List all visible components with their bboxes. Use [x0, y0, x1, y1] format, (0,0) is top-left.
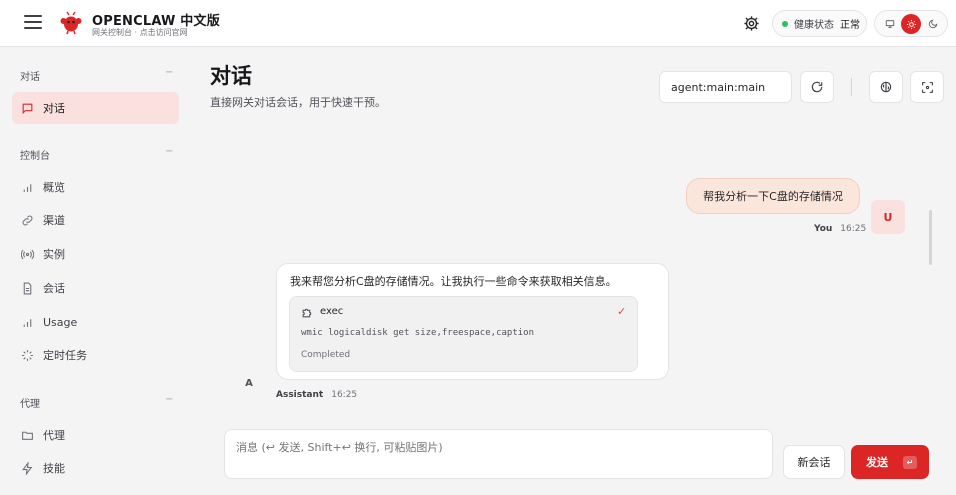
lobster-logo-icon[interactable]	[59, 11, 83, 35]
bar-chart-icon	[21, 181, 34, 194]
file-icon	[21, 282, 34, 295]
sidebar-item-label: 代理	[43, 429, 65, 442]
enter-key-icon: ↵	[903, 456, 917, 469]
sidebar-item-label: 会话	[43, 282, 65, 295]
brand-subtitle[interactable]: 网关控制台 · 点击访问官网	[92, 27, 188, 38]
loader-icon	[21, 349, 34, 362]
message-input[interactable]	[224, 429, 773, 479]
user-message-bubble: 帮我分析一下C盘的存储情况	[686, 178, 860, 214]
menu-icon[interactable]	[24, 15, 42, 31]
focus-mode-button[interactable]	[910, 71, 944, 103]
sidebar-item-label: 定时任务	[43, 349, 87, 362]
theme-switcher	[874, 10, 948, 37]
monitor-icon	[885, 20, 895, 28]
collapse-icon[interactable]: −	[165, 394, 173, 405]
sidebar-item-label: 对话	[43, 102, 65, 115]
theme-dark-button[interactable]	[923, 14, 943, 34]
theme-light-button[interactable]	[901, 14, 921, 34]
user-timestamp: 16:25	[840, 224, 867, 234]
sidebar: 对话 − 对话 控制台 − 概览 渠道 实例 会话 Usage 定时任务 代理 …	[0, 47, 190, 495]
theme-system-button[interactable]	[880, 14, 900, 34]
collapse-icon[interactable]: −	[165, 67, 173, 78]
user-message-meta: You 16:25	[814, 224, 866, 234]
tool-status: Completed	[301, 350, 351, 360]
page-title: 对话	[210, 64, 252, 88]
health-value: 正常	[840, 20, 860, 31]
focus-icon	[921, 81, 933, 93]
bar-chart-icon	[21, 316, 34, 329]
link-icon	[21, 214, 34, 227]
sidebar-item-label: Usage	[43, 315, 78, 329]
assistant-timestamp: 16:25	[331, 390, 358, 400]
assistant-name: Assistant	[276, 390, 324, 400]
status-dot-icon	[782, 20, 788, 27]
assistant-message-text: 我来帮您分析C盘的存储情况。让我执行一些命令来获取相关信息。	[290, 275, 617, 288]
assistant-message-meta: Assistant 16:25	[276, 390, 357, 400]
gear-icon	[743, 15, 759, 31]
sidebar-item-overview[interactable]: 概览	[12, 171, 179, 203]
puzzle-icon	[302, 308, 312, 318]
sidebar-item-agents[interactable]: 代理	[12, 419, 179, 451]
sidebar-item-label: 技能	[43, 462, 65, 475]
toolbar-divider	[851, 78, 852, 96]
brain-icon	[880, 81, 892, 93]
sidebar-item-label: 概览	[43, 181, 65, 194]
user-avatar: U	[871, 200, 905, 234]
session-key-input[interactable]	[659, 71, 792, 103]
sidebar-item-label: 渠道	[43, 214, 65, 227]
assistant-avatar: A	[245, 377, 253, 389]
sidebar-item-channels[interactable]: 渠道	[12, 204, 179, 236]
message-icon	[21, 102, 34, 115]
refresh-button[interactable]	[800, 71, 834, 103]
moon-icon	[928, 19, 938, 29]
sidebar-item-label: 实例	[43, 248, 65, 261]
sidebar-item-cron[interactable]: 定时任务	[12, 339, 179, 371]
tool-call-card[interactable]: exec ✓ wmic logicaldisk get size,freespa…	[289, 296, 638, 372]
radio-icon	[21, 248, 34, 261]
sidebar-item-usage[interactable]: Usage	[12, 306, 179, 338]
settings-button[interactable]	[740, 12, 762, 34]
sidebar-item-sessions[interactable]: 会话	[12, 272, 179, 304]
top-header: OPENCLAW 中文版 网关控制台 · 点击访问官网 健康状态 正常	[0, 0, 956, 47]
zap-icon	[21, 461, 34, 475]
nav-group-agents-title[interactable]: 代理	[20, 395, 40, 410]
sidebar-item-skills[interactable]: 技能	[12, 452, 179, 484]
thinking-toggle-button[interactable]	[869, 71, 903, 103]
health-label: 健康状态	[794, 20, 834, 31]
send-button[interactable]: 发送 ↵	[851, 445, 929, 479]
tool-command: wmic logicaldisk get size,freespace,capt…	[301, 328, 534, 338]
chat-scrollbar[interactable]	[929, 210, 932, 265]
new-session-button[interactable]: 新会话	[783, 445, 845, 479]
nav-group-console-title[interactable]: 控制台	[20, 147, 50, 162]
send-button-label: 发送	[866, 456, 888, 469]
tool-name: exec	[320, 306, 344, 317]
folder-icon	[21, 429, 34, 442]
nav-group-chat-title[interactable]: 对话	[20, 68, 40, 83]
page-subtitle: 直接网关对话会话，用于快速干预。	[210, 96, 386, 109]
assistant-message-bubble: 我来帮您分析C盘的存储情况。让我执行一些命令来获取相关信息。 exec ✓ wm…	[276, 263, 669, 380]
check-icon: ✓	[617, 305, 627, 318]
sun-icon	[906, 19, 916, 29]
user-name: You	[814, 224, 833, 234]
refresh-icon	[811, 81, 823, 93]
sidebar-item-instances[interactable]: 实例	[12, 238, 179, 270]
collapse-icon[interactable]: −	[165, 146, 173, 157]
sidebar-item-chat[interactable]: 对话	[12, 92, 179, 124]
health-status-badge: 健康状态 正常	[772, 10, 867, 37]
